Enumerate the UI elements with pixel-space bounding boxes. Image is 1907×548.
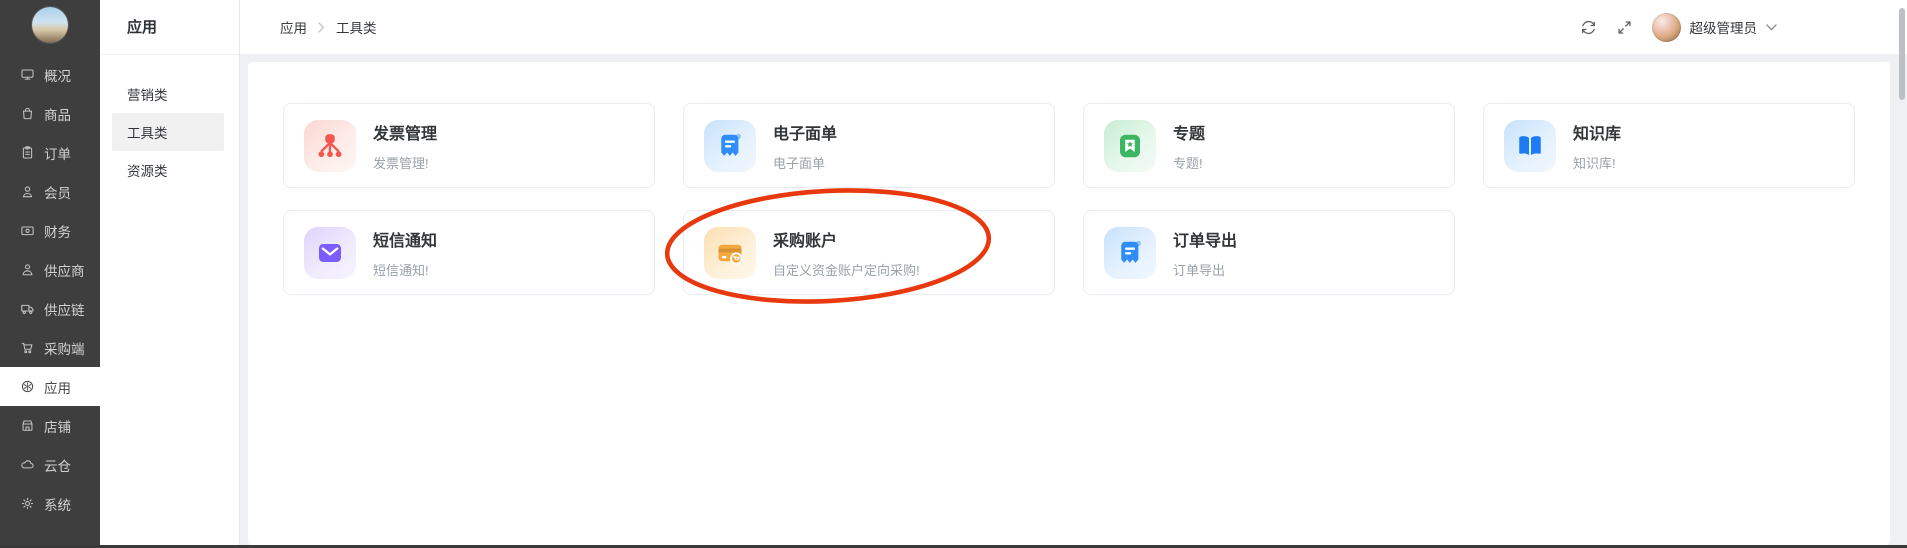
app-card-description: 发票管理! [373, 155, 429, 171]
header-actions: 超级管理员 [1580, 12, 1778, 42]
app-card-description: 知识库! [1573, 155, 1616, 171]
submenu-list: 营销类 工具类 资源类 [100, 55, 239, 189]
gear-icon [20, 496, 35, 511]
sidebar-item-label: 系统 [44, 497, 71, 513]
sidebar-item-label: 采购端 [44, 341, 85, 357]
app-card-title: 订单导出 [1173, 232, 1238, 250]
shop-icon [20, 418, 35, 433]
user-menu[interactable]: 超级管理员 [1651, 12, 1778, 42]
app-card-title: 发票管理 [373, 125, 438, 143]
supplier-icon [20, 262, 35, 277]
mail-icon [304, 226, 356, 279]
app-card-description: 自定义资金账户定向采购! [773, 262, 920, 278]
content-panel: 发票管理 发票管理! 电子面单 电子面单 专题 专题! 知识库 知识库! 短信通… [248, 62, 1890, 545]
sidebar-item-label: 订单 [44, 146, 71, 162]
finance-icon [20, 223, 35, 238]
sidebar-item-goods[interactable]: 商品 [0, 94, 100, 133]
topic-icon [1104, 119, 1156, 172]
submenu-item-label: 工具类 [127, 126, 168, 141]
sidebar-item-apps[interactable]: 应用 [0, 367, 100, 406]
book-icon [1504, 119, 1556, 172]
sidebar-item-orders[interactable]: 订单 [0, 133, 100, 172]
user-name: 超级管理员 [1689, 21, 1758, 36]
sidebar-item-label: 店铺 [44, 419, 71, 435]
sidebar-item-label: 会员 [44, 185, 71, 201]
app-card-description: 电子面单 [773, 155, 826, 171]
sidebar-item-members[interactable]: 会员 [0, 172, 100, 211]
sidebar-item-label: 概况 [44, 68, 71, 84]
top-header: 应用 工具类 超级管理员 [240, 0, 1907, 55]
breadcrumb-item-tools: 工具类 [336, 21, 377, 36]
monitor-icon [20, 67, 35, 82]
sidebar-item-supply-chain[interactable]: 供应链 [0, 289, 100, 328]
app-card-e-waybill[interactable]: 电子面单 电子面单 [683, 103, 1055, 188]
submenu-item-resources[interactable]: 资源类 [112, 151, 224, 189]
sidebar-item-shop[interactable]: 店铺 [0, 406, 100, 445]
invoice-icon [304, 119, 356, 172]
workspace-avatar[interactable] [32, 7, 68, 43]
receipt-icon [1104, 226, 1156, 279]
bag-icon [20, 106, 35, 121]
app-card-description: 专题! [1173, 155, 1203, 171]
app-card-description: 短信通知! [373, 262, 429, 278]
app-card-title: 专题 [1173, 125, 1206, 143]
user-avatar [1651, 12, 1681, 42]
wheel-icon [20, 379, 35, 394]
app-card-sms-notification[interactable]: 短信通知 短信通知! [283, 210, 655, 295]
sidebar-item-overview[interactable]: 概况 [0, 55, 100, 94]
sidebar-item-label: 商品 [44, 107, 71, 123]
app-card-description: 订单导出 [1173, 262, 1226, 278]
sidebar-item-label: 供应链 [44, 302, 85, 318]
secondary-sidebar: 应用 营销类 工具类 资源类 [100, 0, 240, 545]
cloud-icon [20, 457, 35, 472]
card-icon [704, 226, 756, 279]
member-icon [20, 184, 35, 199]
fullscreen-icon[interactable] [1616, 19, 1633, 36]
app-card-topics[interactable]: 专题 专题! [1083, 103, 1455, 188]
app-card-title: 采购账户 [773, 232, 838, 250]
app-card-order-export[interactable]: 订单导出 订单导出 [1083, 210, 1455, 295]
app-card-title: 短信通知 [373, 232, 438, 250]
submenu-item-label: 资源类 [127, 164, 168, 179]
app-card-title: 电子面单 [773, 125, 838, 143]
sidebar-item-label: 应用 [44, 380, 71, 396]
sidebar-item-cloud-warehouse[interactable]: 云仓 [0, 445, 100, 484]
sidebar-item-system[interactable]: 系统 [0, 484, 100, 523]
truck-icon [20, 301, 35, 316]
clipboard-icon [20, 145, 35, 160]
submenu-item-label: 营销类 [127, 88, 168, 103]
app-card-title: 知识库 [1573, 125, 1622, 143]
app-card-grid: 发票管理 发票管理! 电子面单 电子面单 专题 专题! 知识库 知识库! 短信通… [283, 103, 1855, 295]
receipt-icon [704, 119, 756, 172]
sidebar-item-label: 云仓 [44, 458, 71, 474]
sidebar-item-supplier[interactable]: 供应商 [0, 250, 100, 289]
sidebar-item-procurement[interactable]: 采购端 [0, 328, 100, 367]
app-card-purchase-account[interactable]: 采购账户 自定义资金账户定向采购! [683, 210, 1055, 295]
caret-down-icon [1766, 23, 1777, 31]
sidebar-item-finance[interactable]: 财务 [0, 211, 100, 250]
sidebar-item-label: 供应商 [44, 263, 85, 279]
chevron-right-icon [318, 21, 325, 33]
sidebar-item-label: 财务 [44, 224, 71, 240]
breadcrumb: 应用 工具类 [280, 17, 377, 37]
app-card-knowledge-base[interactable]: 知识库 知识库! [1483, 103, 1855, 188]
app-card-invoice-management[interactable]: 发票管理 发票管理! [283, 103, 655, 188]
submenu-item-tools[interactable]: 工具类 [112, 113, 224, 151]
refresh-icon[interactable] [1580, 19, 1597, 36]
breadcrumb-item-apps[interactable]: 应用 [280, 17, 307, 37]
primary-menu: 概况 商品 订单 会员 财务 供应商 供应链 采购端 应用 店铺 云仓 系统 [0, 55, 100, 523]
submenu-item-marketing[interactable]: 营销类 [112, 75, 224, 113]
submenu-title: 应用 [100, 0, 239, 55]
cart-icon [20, 340, 35, 355]
primary-sidebar: 概况 商品 订单 会员 财务 供应商 供应链 采购端 应用 店铺 云仓 系统 [0, 0, 100, 545]
scrollbar-thumb[interactable] [1899, 8, 1905, 100]
